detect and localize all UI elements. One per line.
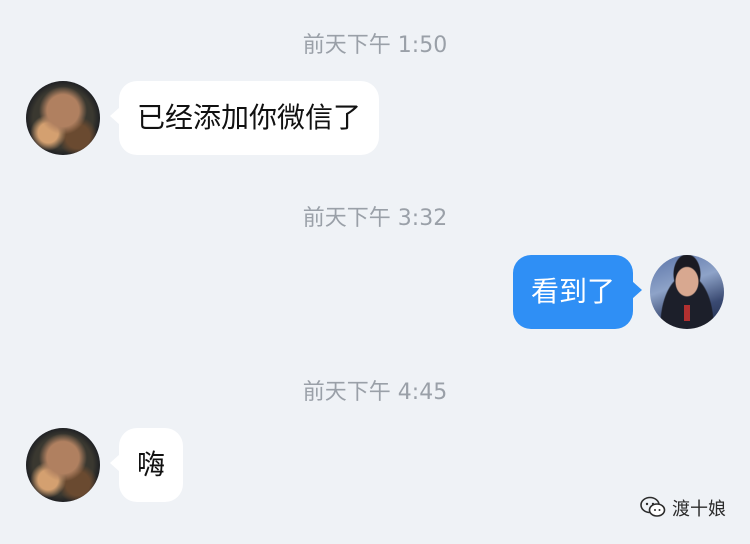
outgoing-message-bubble[interactable]: 看到了: [512, 255, 643, 329]
avatar-tie-detail: [684, 305, 690, 321]
timestamp: 前天下午 3:32: [302, 206, 448, 231]
contact-avatar[interactable]: [26, 81, 100, 155]
incoming-message-bubble[interactable]: 嗨: [109, 428, 184, 502]
watermark-text: 渡十娘: [672, 499, 726, 520]
watermark: 渡十娘: [640, 496, 726, 524]
incoming-message-bubble[interactable]: 已经添加你微信了: [109, 81, 380, 155]
timestamp: 前天下午 4:45: [302, 380, 448, 405]
wechat-icon: [640, 496, 666, 524]
user-avatar[interactable]: [650, 255, 724, 329]
contact-avatar[interactable]: [26, 428, 100, 502]
timestamp: 前天下午 1:50: [302, 33, 448, 58]
